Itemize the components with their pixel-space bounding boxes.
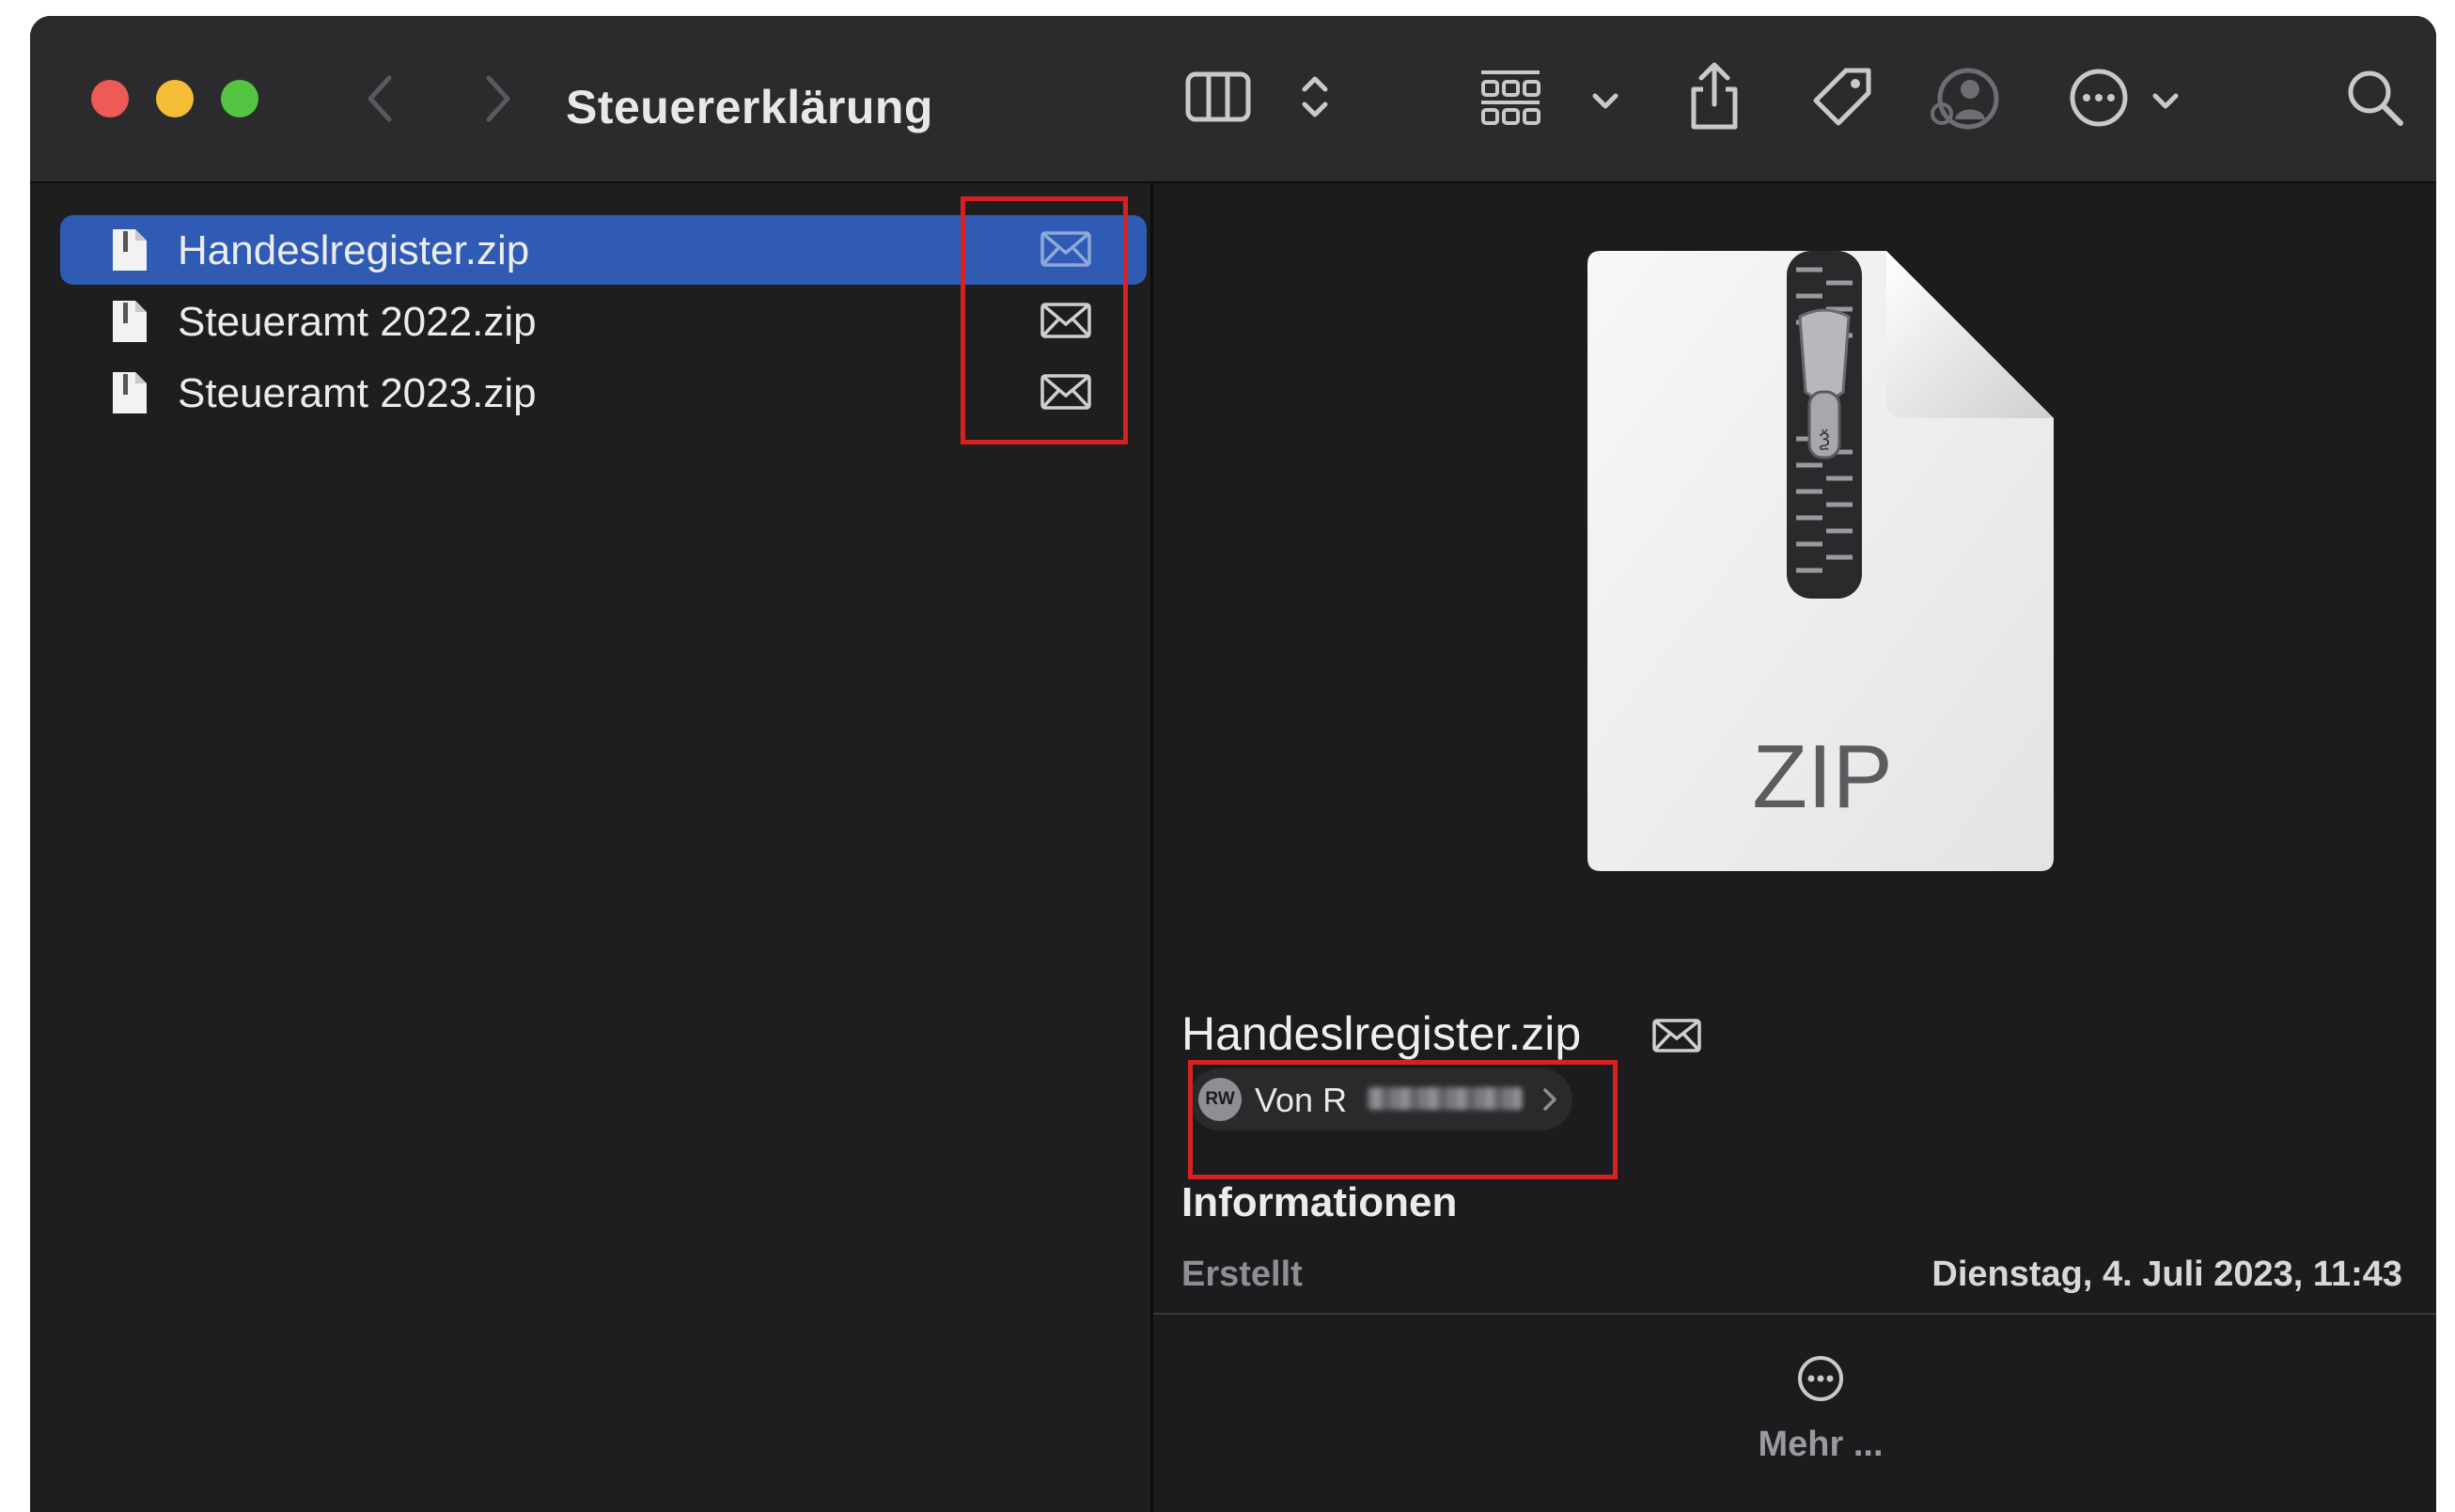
zip-file-icon: [109, 299, 150, 349]
search-icon[interactable]: [2344, 67, 2406, 129]
shared-user-icon[interactable]: [1929, 65, 2000, 132]
tag-icon[interactable]: [1808, 65, 1876, 132]
highlight-box: [1188, 1060, 1618, 1179]
column-view-icon[interactable]: [1184, 70, 1252, 123]
created-value: Dienstag, 4. Juli 2023, 11:43: [1931, 1255, 2402, 1294]
highlight-box: [961, 196, 1128, 444]
preview-pane: Ѯ ZIP Handeslregister.zip RW Von R Infor…: [1153, 183, 2436, 1512]
divider: [1153, 1313, 2436, 1315]
chevron-down-icon[interactable]: [2150, 91, 2181, 112]
file-name: Steueramt 2023.zip: [178, 370, 537, 416]
back-chevron-icon[interactable]: [361, 72, 399, 125]
more-circle-icon: [1798, 1356, 1843, 1401]
forward-chevron-icon[interactable]: [479, 72, 517, 125]
zip-file-icon: [109, 227, 150, 277]
share-icon[interactable]: [1686, 61, 1743, 132]
file-list: Handeslregister.zip Steueramt 2022.zip S…: [30, 183, 1153, 1512]
more-label: Mehr ...: [1758, 1425, 1884, 1464]
more-button[interactable]: Mehr ...: [1745, 1354, 1896, 1465]
zoom-button[interactable]: [221, 80, 258, 117]
section-title: Informationen: [1181, 1179, 1458, 1225]
updown-chevron-icon[interactable]: [1299, 70, 1331, 123]
group-grid-icon[interactable]: [1478, 67, 1543, 131]
zip-thumbnail: Ѯ ZIP: [1587, 251, 2057, 876]
toolbar: Steuererklärung: [30, 16, 2436, 183]
minimize-button[interactable]: [156, 80, 194, 117]
chevron-down-icon[interactable]: [1590, 91, 1620, 112]
zip-file-icon: [109, 370, 150, 420]
file-name: Steueramt 2022.zip: [178, 299, 537, 345]
window-title: Steuererklärung: [566, 81, 933, 133]
mail-icon: [1651, 1018, 1702, 1058]
zip-label: ZIP: [1752, 726, 1892, 827]
close-button[interactable]: [91, 80, 129, 117]
more-circle-icon[interactable]: [2068, 67, 2130, 129]
finder-window: Steuererklärung Handeslregister.zip Steu…: [30, 16, 2436, 1512]
created-label: Erstellt: [1181, 1255, 1303, 1294]
svg-text:Ѯ: Ѯ: [1819, 429, 1830, 451]
preview-file-name: Handeslregister.zip: [1181, 1007, 1582, 1060]
file-name: Handeslregister.zip: [178, 227, 530, 273]
